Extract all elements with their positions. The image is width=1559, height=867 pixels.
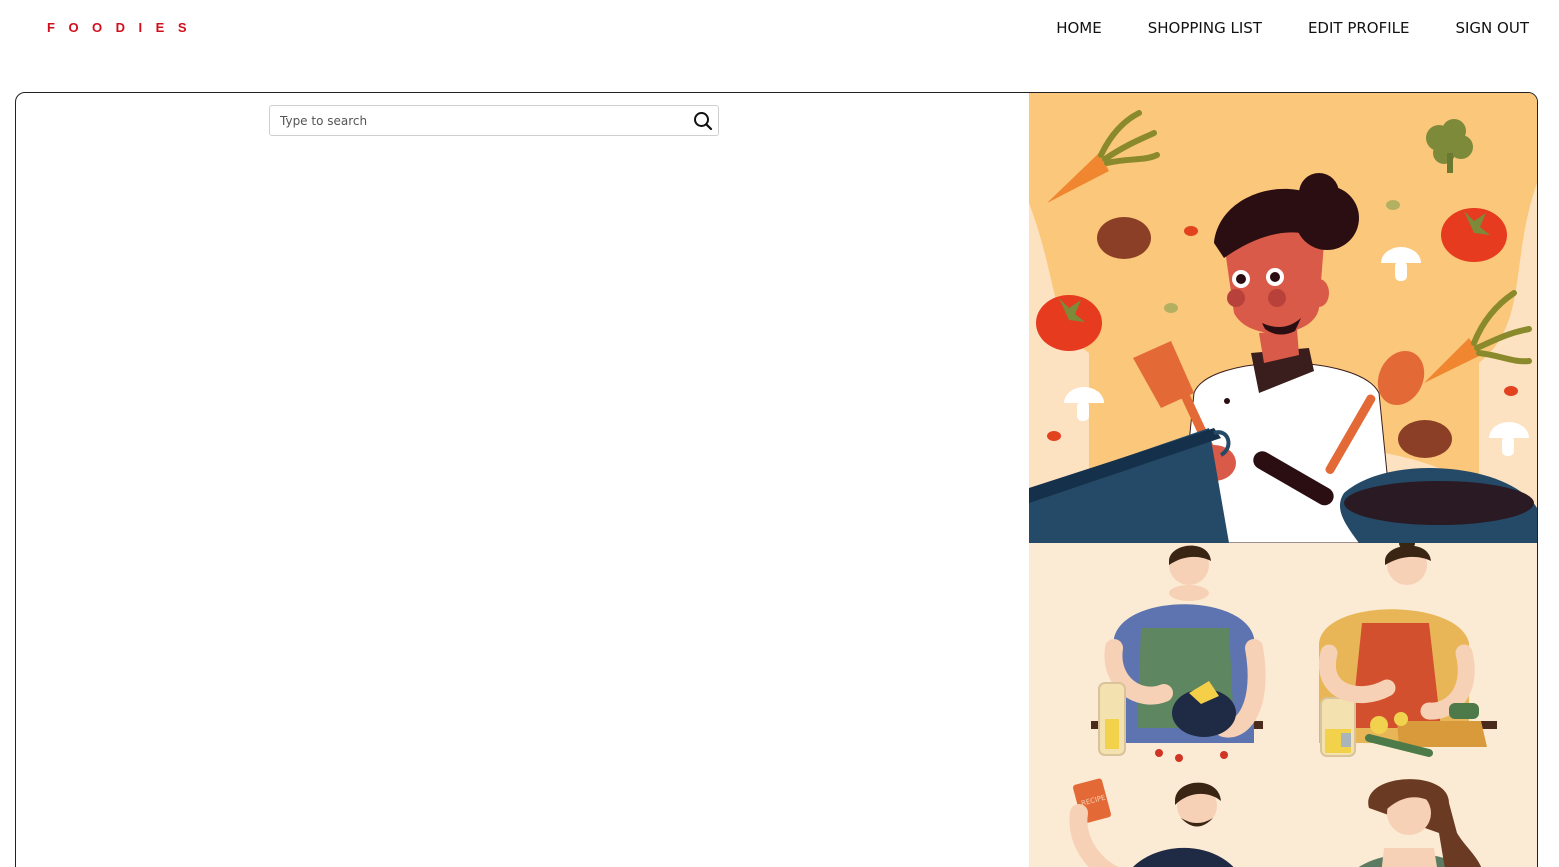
nav-sign-out[interactable]: SIGN OUT bbox=[1455, 18, 1529, 38]
tomato-icon bbox=[1036, 295, 1102, 351]
nav-edit-profile[interactable]: EDIT PROFILE bbox=[1308, 18, 1410, 38]
illustration-panel: RECIPE bbox=[1029, 93, 1537, 867]
chef-cooking-illustration bbox=[1029, 93, 1537, 543]
nav-shopping-list[interactable]: SHOPPING LIST bbox=[1148, 18, 1262, 38]
nav-home[interactable]: HOME bbox=[1056, 18, 1102, 38]
main-card: RECIPE bbox=[15, 92, 1538, 867]
search-icon[interactable] bbox=[693, 111, 713, 131]
search-input[interactable] bbox=[270, 106, 718, 135]
brand-logo[interactable]: FOODIES bbox=[47, 20, 200, 35]
main-nav: HOME SHOPPING LIST EDIT PROFILE SIGN OUT bbox=[1056, 18, 1529, 38]
tomato-icon bbox=[1441, 208, 1507, 262]
search-box bbox=[269, 105, 719, 136]
home-cooks-illustration: RECIPE bbox=[1029, 543, 1537, 867]
